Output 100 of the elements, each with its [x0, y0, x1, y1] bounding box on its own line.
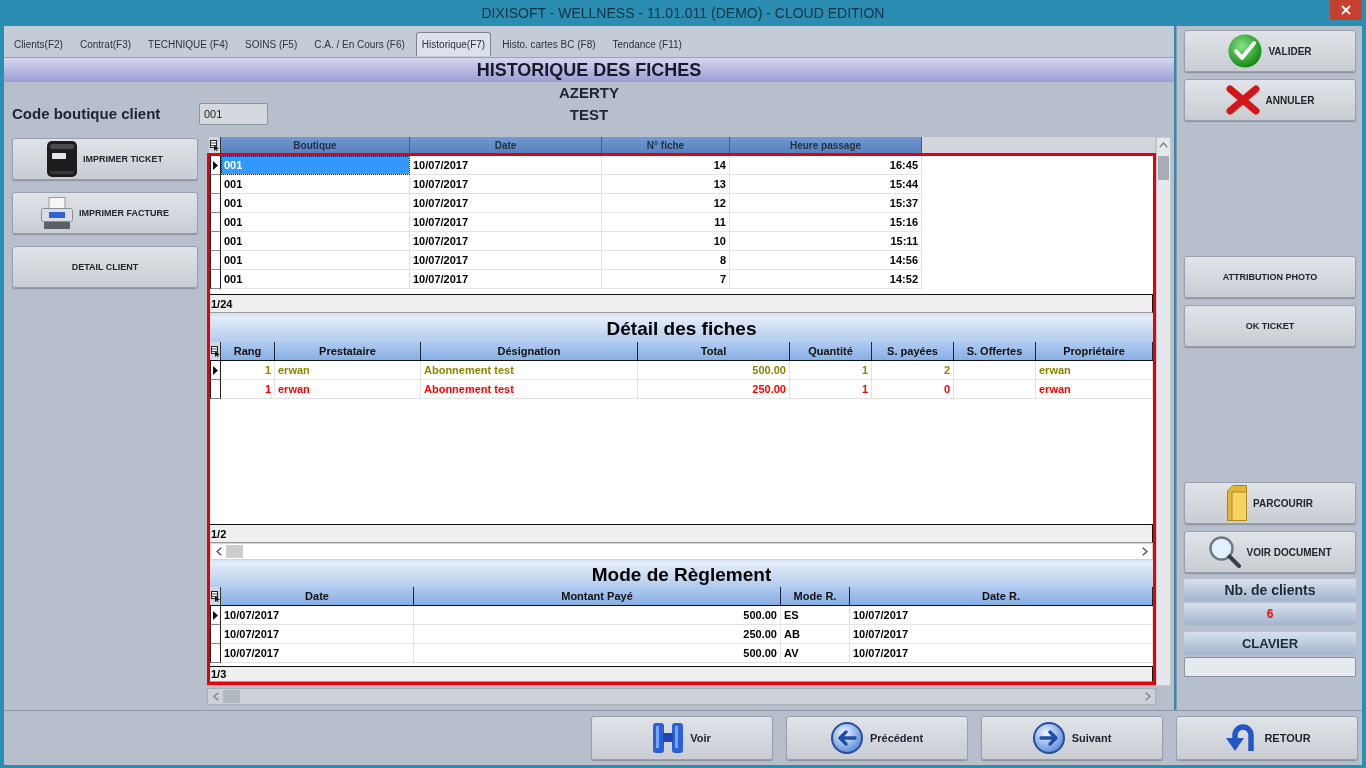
table-cell: 10/07/2017	[410, 232, 602, 251]
chevron-up-icon[interactable]	[1159, 142, 1168, 148]
nav-button[interactable]: Suivant	[981, 716, 1163, 760]
column-header[interactable]: Désignation	[421, 342, 638, 360]
window-title: DIXISOFT - WELLNESS - 11.01.011 (DEMO) - CLOUD EDITION	[481, 5, 885, 21]
column-header[interactable]: Date R.	[850, 587, 1153, 605]
clients-count-label: Nb. de clients	[1184, 579, 1356, 601]
page-title: HISTORIQUE DES FICHES	[476, 59, 702, 81]
table-cell: 15:37	[730, 194, 922, 213]
nav-button[interactable]: Précédent	[786, 716, 968, 760]
table-cell: 001	[221, 194, 410, 213]
row-header[interactable]	[210, 156, 221, 175]
action-button[interactable]: IMPRIMER TICKET	[12, 138, 198, 180]
action-button[interactable]: PARCOURIR	[1184, 482, 1356, 524]
table-cursor-icon[interactable]	[210, 139, 219, 151]
table-cell: 14:56	[730, 251, 922, 270]
tab[interactable]: TECHNIQUE (F4)	[142, 32, 235, 56]
row-header[interactable]	[210, 625, 221, 644]
row-header[interactable]	[210, 380, 221, 399]
table-cursor-icon[interactable]	[210, 345, 220, 357]
row-pointer-icon	[213, 610, 218, 620]
horizontal-scrollbar[interactable]	[207, 688, 1156, 705]
column-header[interactable]: Date	[410, 137, 602, 153]
column-header[interactable]: Prestataire	[275, 342, 421, 360]
column-header[interactable]: Boutique	[221, 137, 410, 153]
keyboard-label: CLAVIER	[1184, 632, 1356, 655]
action-button[interactable]: VOIR DOCUMENT	[1184, 531, 1356, 573]
table-cell: 500.00	[414, 644, 781, 663]
table-cell: 10/07/2017	[410, 251, 602, 270]
status-bar: 1/24	[210, 294, 1153, 313]
table-cell: 1	[221, 380, 275, 399]
column-header[interactable]: Total	[638, 342, 790, 360]
tab[interactable]: Clients(F2)	[8, 32, 69, 56]
row-header[interactable]	[210, 606, 221, 625]
column-header[interactable]: Quantité	[790, 342, 872, 360]
tab[interactable]: Histo. cartes BC (F8)	[496, 32, 602, 56]
column-header[interactable]: S. payées	[872, 342, 954, 360]
tab[interactable]: Historique(F7)	[415, 32, 492, 56]
table-cell: 001	[221, 232, 410, 251]
row-header[interactable]	[210, 270, 221, 289]
table-cell: AV	[781, 644, 850, 663]
table-cursor-icon[interactable]	[210, 590, 220, 602]
tab[interactable]: Contrat(F3)	[73, 32, 138, 56]
scrollbar-thumb[interactable]	[223, 690, 240, 703]
tab[interactable]: Tendance (F11)	[606, 32, 688, 56]
chevron-right-icon[interactable]	[1141, 547, 1148, 556]
scrollbar-thumb[interactable]	[1158, 156, 1169, 180]
action-button[interactable]: ATTRIBUTION PHOTO	[1184, 256, 1356, 298]
magnifier-icon	[1208, 536, 1241, 568]
vertical-scrollbar[interactable]	[1156, 137, 1171, 686]
row-header[interactable]	[210, 232, 221, 251]
table-cell: 10/07/2017	[221, 644, 414, 663]
client-label: TEST	[569, 105, 609, 125]
column-header[interactable]: S. Offertes	[954, 342, 1036, 360]
action-button[interactable]: VALIDER	[1184, 30, 1356, 72]
nav-button[interactable]: RETOUR	[1176, 716, 1358, 760]
check-circle-icon	[1228, 34, 1263, 68]
table-cell: 11	[602, 213, 730, 232]
column-header[interactable]: Heure passage	[730, 137, 922, 153]
scrollbar-thumb[interactable]	[226, 545, 243, 558]
table-cell: 500.00	[638, 361, 790, 380]
row-header[interactable]	[210, 644, 221, 663]
action-button[interactable]: OK TICKET	[1184, 305, 1356, 347]
row-header[interactable]	[210, 361, 221, 380]
table-cell: 10/07/2017	[221, 625, 414, 644]
table-cell: 10/07/2017	[850, 625, 1153, 644]
table-cell: 001	[221, 270, 410, 289]
table-cell: 10/07/2017	[850, 606, 1153, 625]
column-header[interactable]: Montant Payé	[414, 587, 781, 605]
tab[interactable]: C.A. / En Cours (F6)	[308, 32, 411, 56]
status-bar: 1/3	[210, 666, 1153, 682]
table-cell: 15:16	[730, 213, 922, 232]
tab[interactable]: SOINS (F5)	[239, 32, 304, 56]
action-button[interactable]: DETAIL CLIENT	[12, 246, 198, 288]
column-header[interactable]: Propriétaire	[1036, 342, 1153, 360]
row-header[interactable]	[210, 213, 221, 232]
close-icon	[1341, 5, 1351, 15]
column-header[interactable]: Date	[221, 587, 414, 605]
row-header[interactable]	[210, 194, 221, 213]
row-pointer-icon	[213, 365, 218, 375]
table-cell: 1	[790, 380, 872, 399]
nav-button[interactable]: Voir	[591, 716, 773, 760]
table-cell: 10/07/2017	[410, 270, 602, 289]
action-button[interactable]: ANNULER	[1184, 79, 1356, 121]
row-header[interactable]	[210, 175, 221, 194]
close-button[interactable]	[1330, 0, 1362, 20]
column-header[interactable]: Rang	[221, 342, 275, 360]
table-cell: 001	[221, 156, 410, 175]
column-header[interactable]: Mode R.	[781, 587, 850, 605]
chevron-left-icon[interactable]	[215, 547, 222, 556]
column-header[interactable]: N° fiche	[602, 137, 730, 153]
table-cell: erwan	[1036, 361, 1153, 380]
table-cell: 16:45	[730, 156, 922, 175]
action-button[interactable]: IMPRIMER FACTURE	[12, 192, 198, 234]
table-cell: 2	[872, 361, 954, 380]
horizontal-scrollbar[interactable]	[210, 543, 1153, 560]
boutique-code-field[interactable]: 001	[199, 103, 268, 125]
keyboard-input-field[interactable]	[1184, 657, 1356, 677]
table-cell: erwan	[275, 361, 421, 380]
row-header[interactable]	[210, 251, 221, 270]
